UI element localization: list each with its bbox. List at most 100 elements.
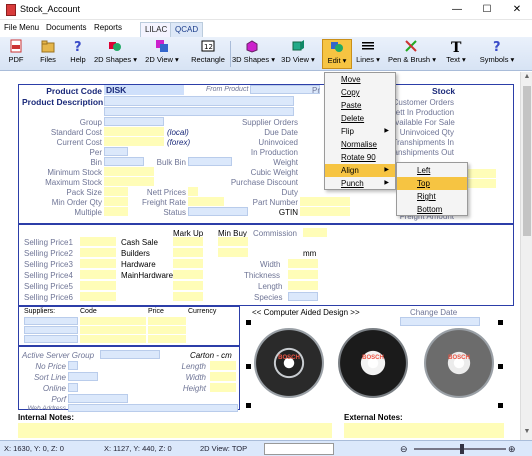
selection-handle-mr[interactable]: [498, 364, 503, 369]
zoom-in-icon[interactable]: ⊕: [508, 444, 516, 455]
view-2d-button[interactable]: 2D View ▾: [142, 39, 182, 69]
product-description-field[interactable]: [104, 96, 294, 106]
selection-handle-ml[interactable]: [246, 364, 251, 369]
markup3-field[interactable]: [173, 259, 203, 268]
design-canvas[interactable]: Product Code DISK From Product Pr Stock …: [0, 72, 520, 440]
carton-length-field[interactable]: [210, 361, 236, 370]
status-input[interactable]: [264, 443, 334, 455]
no-price-checkbox[interactable]: [68, 361, 78, 370]
shapes-3d-button[interactable]: 3D Shapes ▾: [232, 39, 275, 69]
align-bottom-item[interactable]: Bottom: [397, 203, 467, 216]
from-product-field[interactable]: [250, 85, 320, 94]
supplier-row1-code[interactable]: [80, 317, 146, 325]
menu-item-align[interactable]: Align ▶: [325, 164, 395, 177]
lines-button[interactable]: Lines ▾: [354, 39, 382, 69]
gtin-field[interactable]: [300, 207, 350, 216]
files-button[interactable]: Files: [36, 39, 60, 69]
align-top-item[interactable]: Top: [397, 177, 467, 190]
cutting-disc-image-1[interactable]: BOSCH: [254, 328, 324, 398]
selling-price2-field[interactable]: [80, 248, 116, 257]
pack-size-field[interactable]: [104, 187, 128, 196]
internal-notes-field[interactable]: [18, 423, 332, 438]
active-server-group-field[interactable]: [100, 350, 160, 359]
vertical-scrollbar[interactable]: ▲ ▼: [520, 72, 532, 440]
selection-handle-br[interactable]: [498, 403, 503, 408]
help-button[interactable]: ? Help: [66, 39, 90, 69]
symbols-button[interactable]: ? Symbols ▾: [478, 39, 516, 69]
online-checkbox[interactable]: [68, 383, 78, 392]
minbuy2-field[interactable]: [218, 248, 248, 257]
menu-reports[interactable]: Reports: [94, 23, 122, 32]
view-3d-button[interactable]: 3D View ▾: [280, 39, 316, 69]
menu-item-flip[interactable]: Flip ▶: [325, 125, 395, 138]
markup5-field[interactable]: [173, 281, 203, 290]
menu-item-paste[interactable]: Paste: [325, 99, 395, 112]
minimize-button[interactable]: —: [442, 0, 472, 20]
menu-documents[interactable]: Documents: [46, 23, 86, 32]
cad-link[interactable]: << Computer Aided Design >>: [252, 308, 360, 317]
pdf-button[interactable]: PDF: [4, 39, 28, 69]
supplier-row1-price[interactable]: [148, 317, 186, 325]
close-button[interactable]: ✕: [502, 0, 532, 20]
selling-price3-field[interactable]: [80, 259, 116, 268]
maximum-stock-field[interactable]: [104, 177, 154, 186]
markup1-field[interactable]: [173, 237, 203, 246]
porf-field[interactable]: [68, 394, 128, 403]
scroll-down-icon[interactable]: ▼: [522, 428, 532, 438]
selling-price5-field[interactable]: [80, 281, 116, 290]
menu-item-copy[interactable]: Copy: [325, 86, 395, 99]
menu-item-normalise[interactable]: Normalise: [325, 138, 395, 151]
commission-field[interactable]: [303, 228, 327, 237]
markup4-field[interactable]: [173, 270, 203, 279]
nett-prices-field[interactable]: [188, 187, 198, 196]
supplier-row2-name[interactable]: [24, 326, 78, 334]
width-field[interactable]: [288, 259, 318, 268]
freight-rate-field[interactable]: [188, 197, 224, 206]
supplier-row3-name[interactable]: [24, 335, 78, 343]
supplier-row2-code[interactable]: [80, 326, 146, 334]
maximize-button[interactable]: ☐: [472, 0, 502, 20]
current-cost-field[interactable]: [104, 137, 164, 146]
min-order-qty-field[interactable]: [104, 197, 128, 206]
species-field[interactable]: [288, 292, 318, 301]
supplier-row2-price[interactable]: [148, 326, 186, 334]
carton-width-field[interactable]: [210, 372, 236, 381]
text-button[interactable]: T Text ▾: [442, 39, 470, 69]
change-date-field[interactable]: [400, 317, 480, 326]
menu-item-rotate-90[interactable]: Rotate 90: [325, 151, 395, 164]
web-address-field[interactable]: [68, 404, 238, 412]
supplier-row3-price[interactable]: [148, 335, 186, 343]
selection-handle-tl[interactable]: [246, 320, 251, 325]
bin-field[interactable]: [104, 157, 144, 166]
sort-line-field[interactable]: [68, 372, 98, 381]
selling-price1-field[interactable]: [80, 237, 116, 246]
selling-price4-field[interactable]: [80, 270, 116, 279]
standard-cost-field[interactable]: [104, 127, 164, 136]
selection-handle-tr[interactable]: [498, 320, 503, 325]
align-right-item[interactable]: Right: [397, 190, 467, 203]
length-field[interactable]: [288, 281, 318, 290]
minimum-stock-field[interactable]: [104, 167, 154, 176]
group-field[interactable]: [104, 117, 164, 126]
cutting-disc-image-3[interactable]: BOSCH: [424, 328, 494, 398]
zoom-out-icon[interactable]: ⊖: [400, 444, 408, 455]
part-number-field[interactable]: [300, 197, 350, 206]
pen-brush-button[interactable]: Pen & Brush ▾: [388, 39, 436, 69]
cutting-disc-image-2[interactable]: BOSCH: [338, 328, 408, 398]
supplier-row1-name[interactable]: [24, 317, 78, 325]
external-notes-field[interactable]: [344, 423, 504, 438]
thickness-field[interactable]: [288, 270, 318, 279]
minbuy1-field[interactable]: [218, 237, 248, 246]
align-left-item[interactable]: Left: [397, 164, 467, 177]
menu-item-delete[interactable]: Delete: [325, 112, 395, 125]
edit-button[interactable]: Edit ▾: [322, 39, 352, 69]
shapes-2d-button[interactable]: 2D Shapes ▾: [94, 39, 137, 69]
scrollbar-thumb[interactable]: [523, 86, 531, 236]
carton-height-field[interactable]: [210, 383, 236, 392]
supplier-row3-code[interactable]: [80, 335, 146, 343]
markup2-field[interactable]: [173, 248, 203, 257]
markup6-field[interactable]: [173, 292, 203, 301]
selection-handle-bl[interactable]: [246, 403, 251, 408]
zoom-slider-thumb[interactable]: [460, 444, 464, 454]
product-description-field-2[interactable]: [104, 107, 294, 116]
